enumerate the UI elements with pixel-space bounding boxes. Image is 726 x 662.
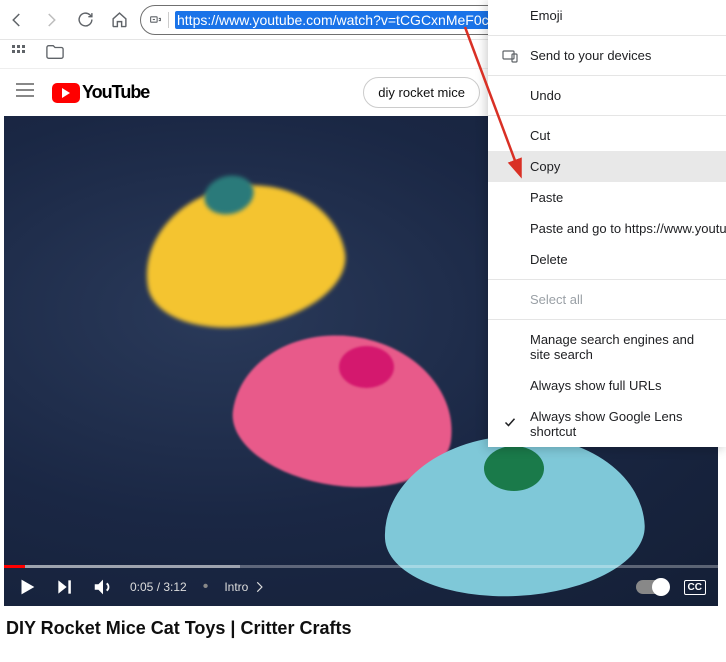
forward-button[interactable] — [42, 11, 60, 29]
site-info-icon[interactable] — [149, 12, 169, 28]
youtube-play-icon — [52, 83, 80, 103]
menu-paste[interactable]: Paste — [488, 182, 726, 213]
menu-lens-shortcut[interactable]: Always show Google Lens shortcut — [488, 401, 726, 447]
menu-select-all[interactable]: Select all — [488, 284, 726, 315]
player-controls: 0:05 / 3:12 • Intro CC — [4, 568, 718, 606]
back-button[interactable] — [8, 11, 26, 29]
play-button[interactable] — [16, 576, 38, 598]
menu-manage-search[interactable]: Manage search engines and site search — [488, 324, 726, 370]
volume-button[interactable] — [92, 576, 114, 598]
menu-send-devices[interactable]: Send to your devices — [488, 40, 726, 71]
nav-buttons — [8, 11, 128, 29]
menu-paste-go[interactable]: Paste and go to https://www.youtube.com — [488, 213, 726, 244]
devices-icon — [502, 48, 518, 64]
menu-full-urls[interactable]: Always show full URLs — [488, 370, 726, 401]
next-button[interactable] — [54, 576, 76, 598]
url-text[interactable]: https://www.youtube.com/watch?v=tCGCxnMe… — [175, 11, 528, 29]
autoplay-toggle[interactable] — [636, 580, 668, 594]
context-menu: Emoji Send to your devices Undo Cut Copy… — [488, 0, 726, 447]
apps-grid-icon[interactable] — [12, 45, 26, 64]
menu-emoji[interactable]: Emoji — [488, 0, 726, 31]
video-title: DIY Rocket Mice Cat Toys | Critter Craft… — [0, 606, 726, 651]
folder-icon[interactable] — [46, 44, 64, 65]
chapter-link[interactable]: Intro — [224, 580, 266, 594]
youtube-logo-text: YouTube — [82, 82, 149, 103]
time-display: 0:05 / 3:12 — [130, 580, 187, 594]
youtube-logo[interactable]: YouTube — [52, 82, 149, 103]
check-icon — [504, 417, 516, 432]
menu-copy[interactable]: Copy — [488, 151, 726, 182]
search-chip[interactable]: diy rocket mice — [363, 77, 480, 108]
hamburger-menu-icon[interactable] — [16, 83, 34, 102]
cc-button[interactable]: CC — [684, 580, 706, 595]
home-button[interactable] — [110, 11, 128, 29]
menu-cut[interactable]: Cut — [488, 120, 726, 151]
menu-delete[interactable]: Delete — [488, 244, 726, 275]
menu-undo[interactable]: Undo — [488, 80, 726, 111]
reload-button[interactable] — [76, 11, 94, 29]
